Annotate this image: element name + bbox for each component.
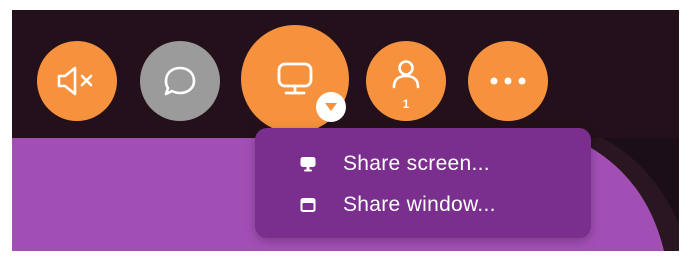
window-icon bbox=[300, 198, 316, 212]
screen-share-icon bbox=[277, 62, 313, 95]
participants-button[interactable]: 1 bbox=[366, 41, 446, 121]
meeting-window: 1 Share screen... Share window... bbox=[12, 10, 679, 251]
share-window-menu-item[interactable]: Share window... bbox=[255, 187, 591, 223]
share-options-toggle[interactable] bbox=[316, 92, 346, 122]
more-options-button[interactable] bbox=[468, 41, 548, 121]
chat-button[interactable] bbox=[140, 41, 220, 121]
caret-down-icon bbox=[325, 103, 337, 111]
share-screen-label: Share screen... bbox=[343, 152, 490, 175]
share-menu: Share screen... Share window... bbox=[255, 128, 591, 238]
chat-bubble-icon bbox=[164, 66, 196, 96]
mute-button[interactable] bbox=[37, 41, 117, 121]
share-window-label: Share window... bbox=[343, 193, 496, 216]
share-screen-menu-item[interactable]: Share screen... bbox=[255, 146, 591, 182]
monitor-icon bbox=[300, 157, 316, 172]
speaker-muted-icon bbox=[57, 66, 93, 96]
more-options-icon bbox=[490, 77, 526, 85]
participants-icon bbox=[392, 60, 420, 89]
participant-count: 1 bbox=[402, 97, 410, 111]
